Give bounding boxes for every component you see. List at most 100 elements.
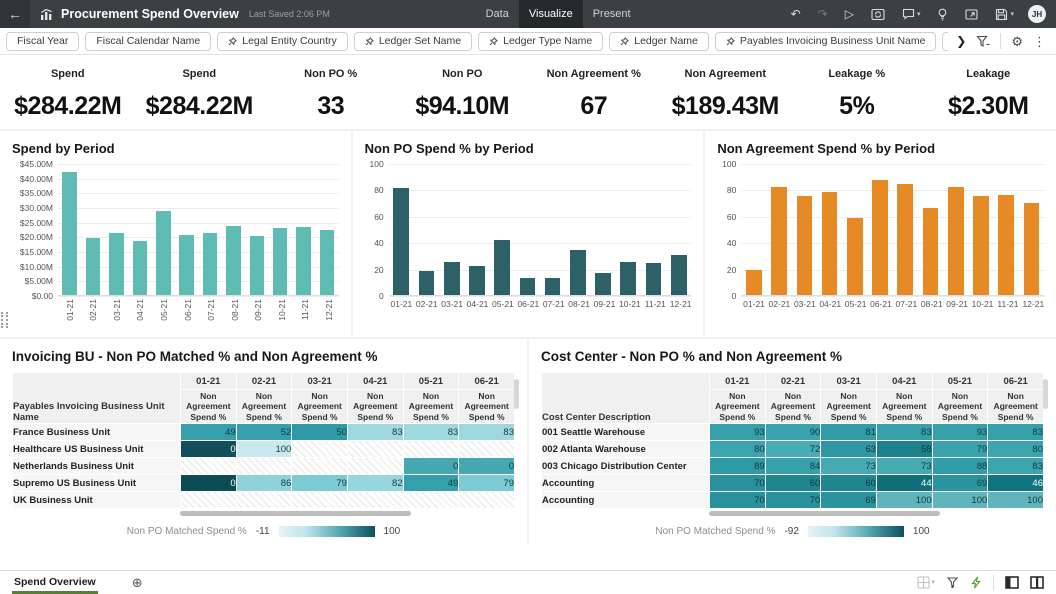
canvas-layout-grid-icon[interactable]: ▾	[917, 576, 935, 589]
data-cell[interactable]: 81	[821, 424, 877, 441]
bar-08-21[interactable]	[570, 250, 586, 295]
data-cell[interactable]: 50	[292, 424, 348, 441]
limit-values-funnel-icon[interactable]	[976, 35, 990, 48]
bar-08-21[interactable]	[226, 226, 241, 295]
kpi-tile-non-agreement-4[interactable]: Non Agreement %67	[528, 68, 660, 121]
bar-07-21[interactable]	[545, 278, 561, 295]
chart-non-po-spend-by-period[interactable]: Non PO Spend % by Period10080604020001-2…	[351, 131, 704, 337]
bar-02-21[interactable]	[86, 238, 101, 295]
data-cell[interactable]: 83	[876, 424, 932, 441]
auto-insights-spark-icon[interactable]	[970, 576, 982, 589]
data-cell[interactable]: 60	[765, 475, 821, 492]
filter-chip-fiscal-year[interactable]: Fiscal Year	[6, 32, 79, 51]
row-name-001-seattle-warehouse[interactable]: 001 Seattle Warehouse	[542, 424, 710, 441]
back-button[interactable]: ←	[0, 0, 30, 28]
data-cell[interactable]: 70	[710, 475, 766, 492]
bar-08-21[interactable]	[923, 208, 939, 295]
bar-04-21[interactable]	[822, 192, 838, 295]
bar-04-21[interactable]	[469, 266, 485, 295]
data-cell[interactable]: 93	[932, 424, 988, 441]
row-name-accounting[interactable]: Accounting	[542, 475, 710, 492]
table-invoicing-bu-non-po-matched-and-non-agreement[interactable]: Invoicing BU - Non PO Matched % and Non …	[0, 339, 527, 543]
filter-chip-ledger-name[interactable]: Ledger Name	[609, 32, 709, 51]
chart-non-agreement-spend-by-period[interactable]: Non Agreement Spend % by Period100806040…	[703, 131, 1056, 337]
bar-09-21[interactable]	[595, 273, 611, 295]
data-cell[interactable]: 84	[765, 458, 821, 475]
bar-05-21[interactable]	[494, 240, 510, 295]
save-button[interactable]: ▾	[995, 8, 1014, 21]
data-cell[interactable]: 63	[821, 441, 877, 458]
bar-02-21[interactable]	[419, 271, 435, 295]
data-cell[interactable]: 72	[765, 441, 821, 458]
data-cell[interactable]: 0	[403, 458, 459, 475]
kpi-tile-non-agreement-5[interactable]: Non Agreement$189.43M	[660, 68, 792, 121]
panel-split-layout-icon[interactable]	[1030, 576, 1044, 589]
panel-left-layout-icon[interactable]	[1005, 576, 1019, 589]
data-cell[interactable]: 73	[876, 458, 932, 475]
kpi-tile-spend-1[interactable]: Spend$284.22M	[134, 68, 266, 121]
table-hscroll-thumb[interactable]	[709, 511, 940, 516]
bar-01-21[interactable]	[746, 270, 762, 295]
data-cell[interactable]: 46	[988, 475, 1044, 492]
undo-button[interactable]: ↶	[791, 8, 801, 20]
row-name-accounting[interactable]: Accounting	[542, 492, 710, 509]
bar-11-21[interactable]	[646, 263, 662, 295]
data-cell[interactable]: 89	[710, 458, 766, 475]
comments-button[interactable]: ▾	[902, 8, 921, 20]
kpi-tile-spend-0[interactable]: Spend$284.22M	[2, 68, 134, 121]
bar-03-21[interactable]	[109, 233, 124, 295]
data-cell[interactable]: 86	[236, 475, 292, 492]
bar-06-21[interactable]	[520, 278, 536, 295]
data-cell[interactable]: 100	[932, 492, 988, 509]
row-name-netherlands-business-unit[interactable]: Netherlands Business Unit	[13, 458, 181, 475]
table-vscroll-thumb[interactable]	[1043, 379, 1048, 409]
bar-12-21[interactable]	[671, 255, 687, 295]
filter-chip-legal-entity-country[interactable]: Legal Entity Country	[217, 32, 348, 51]
row-name-003-chicago-distribution-center[interactable]: 003 Chicago Distribution Center	[542, 458, 710, 475]
bar-10-21[interactable]	[973, 196, 989, 295]
kpi-tile-leakage-6[interactable]: Leakage %5%	[791, 68, 923, 121]
redo-button[interactable]: ↷	[818, 8, 828, 20]
data-cell[interactable]: 79	[459, 475, 515, 492]
bar-03-21[interactable]	[444, 262, 460, 295]
panel-drag-grip[interactable]	[1, 312, 8, 328]
table-hscroll-thumb[interactable]	[180, 511, 411, 516]
data-cell[interactable]: 90	[765, 424, 821, 441]
data-cell[interactable]: 83	[403, 424, 459, 441]
filter-chip-ledger-type-name[interactable]: Ledger Type Name	[478, 32, 603, 51]
filter-chip-payables-invoicing-business-unit-name[interactable]: Payables Invoicing Business Unit Name	[715, 32, 937, 51]
bar-05-21[interactable]	[156, 211, 171, 295]
data-cell[interactable]: 100	[236, 441, 292, 458]
data-cell[interactable]: 69	[821, 492, 877, 509]
bar-12-21[interactable]	[1024, 203, 1040, 295]
data-cell[interactable]: 70	[765, 492, 821, 509]
refresh-data-button[interactable]	[871, 8, 885, 21]
data-cell[interactable]: 0	[459, 458, 515, 475]
bar-01-21[interactable]	[62, 172, 77, 295]
data-cell[interactable]: 79	[932, 441, 988, 458]
bar-11-21[interactable]	[296, 227, 311, 295]
bar-06-21[interactable]	[872, 180, 888, 295]
canvas-tab-spend-overview[interactable]: Spend Overview	[12, 572, 98, 594]
settings-gear-icon[interactable]: ⚙	[1011, 35, 1023, 48]
filter-chip-fiscal-calendar-name[interactable]: Fiscal Calendar Name	[85, 32, 211, 51]
expand-filters-chevron-icon[interactable]: ❯	[956, 34, 966, 48]
bar-09-21[interactable]	[250, 236, 265, 295]
data-cell[interactable]: 49	[403, 475, 459, 492]
kebab-menu-icon[interactable]: ⋮	[1033, 35, 1046, 48]
bar-11-21[interactable]	[998, 195, 1014, 295]
table-cost-center-non-po-and-non-agreement[interactable]: Cost Center - Non PO % and Non Agreement…	[527, 339, 1056, 543]
bar-10-21[interactable]	[620, 262, 636, 295]
add-canvas-button[interactable]: ⊕	[132, 576, 143, 589]
data-cell[interactable]: 0	[181, 475, 237, 492]
row-name-france-business-unit[interactable]: France Business Unit	[13, 424, 181, 441]
insights-bulb-button[interactable]	[937, 8, 948, 21]
chart-spend-by-period[interactable]: Spend by Period$45.00M$40.00M$35.00M$30.…	[0, 131, 351, 337]
bar-04-21[interactable]	[133, 241, 148, 295]
data-cell[interactable]: 83	[347, 424, 403, 441]
bar-03-21[interactable]	[797, 196, 813, 295]
bar-09-21[interactable]	[948, 187, 964, 295]
data-cell[interactable]: 49	[181, 424, 237, 441]
table-vscroll-thumb[interactable]	[514, 379, 519, 409]
data-cell[interactable]: 83	[988, 424, 1044, 441]
